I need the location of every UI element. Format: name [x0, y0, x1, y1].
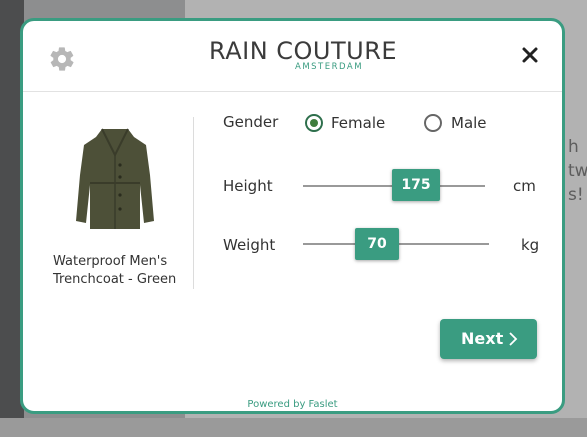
next-button-label: Next [461, 329, 504, 348]
gender-radio-male[interactable] [424, 114, 442, 132]
size-advisor-modal: RAIN COUTURE AMSTERDAM Waterproof Men's … [20, 18, 565, 414]
background-text: s! [568, 185, 584, 205]
height-unit: cm [513, 177, 536, 195]
modal-header: RAIN COUTURE AMSTERDAM [23, 21, 562, 92]
background-text: h [568, 137, 579, 157]
height-slider-thumb[interactable]: 175 [392, 169, 440, 201]
gender-label: Gender [223, 113, 279, 131]
gender-option-female[interactable]: Female [331, 114, 385, 132]
weight-slider-thumb[interactable]: 70 [355, 228, 399, 260]
brand-logo: RAIN COUTURE AMSTERDAM [209, 37, 397, 77]
product-name: Waterproof Men's Trenchcoat - Green [53, 254, 177, 287]
background-text: tw [568, 161, 587, 181]
gender-option-male[interactable]: Male [451, 114, 487, 132]
trenchcoat-image [76, 128, 154, 229]
gender-radio-female[interactable] [305, 114, 323, 132]
weight-label: Weight [223, 236, 276, 254]
background-footer [0, 418, 587, 437]
close-icon[interactable] [520, 45, 540, 65]
height-label: Height [223, 177, 273, 195]
logo-subtitle: AMSTERDAM [295, 62, 364, 72]
chevron-right-icon [509, 332, 518, 346]
logo-title: RAIN COUTURE [209, 37, 398, 65]
next-button[interactable]: Next [440, 319, 537, 359]
gear-icon[interactable] [48, 45, 76, 73]
powered-by-footer: Powered by Faslet [247, 399, 338, 410]
weight-unit: kg [521, 236, 540, 254]
section-divider [193, 117, 194, 289]
